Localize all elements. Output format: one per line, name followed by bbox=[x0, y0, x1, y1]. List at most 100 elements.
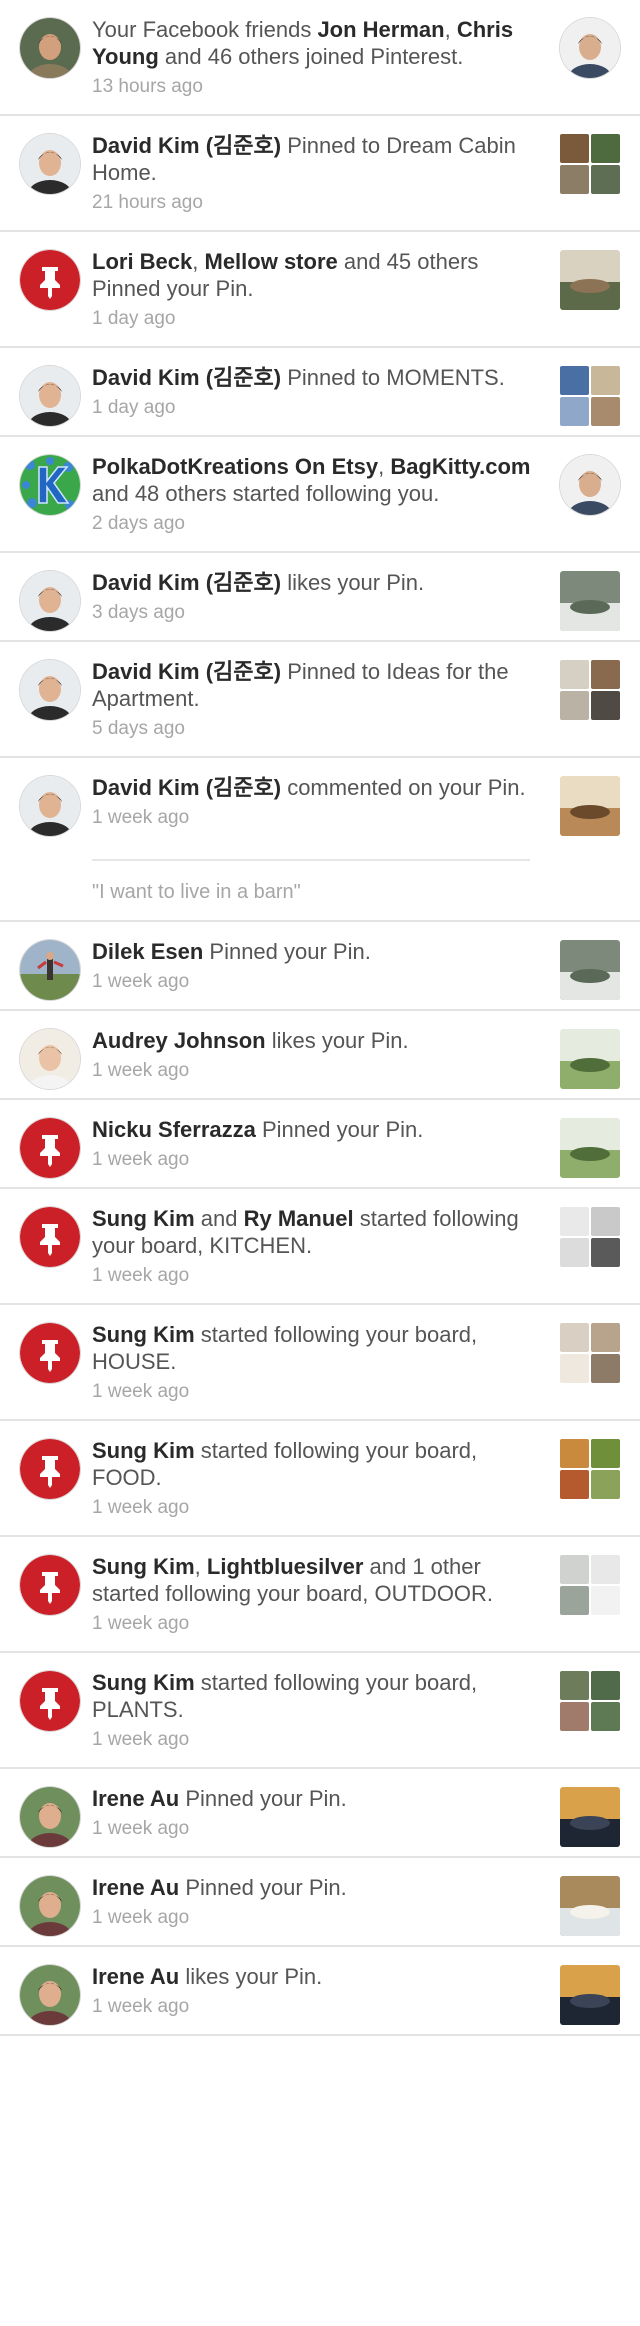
actor-name[interactable]: David Kim (김준호) bbox=[92, 659, 281, 684]
avatar-david-kim[interactable] bbox=[20, 571, 80, 631]
avatar-david-kim[interactable] bbox=[20, 660, 80, 720]
avatar-audrey[interactable] bbox=[20, 1029, 80, 1089]
timestamp: 1 week ago bbox=[92, 971, 190, 992]
avatar-pinterest-logo[interactable] bbox=[20, 1555, 80, 1615]
notification-text: Nicku Sferrazza Pinned your Pin. bbox=[92, 1116, 540, 1143]
notification-row[interactable]: Nicku Sferrazza Pinned your Pin. 1 week a… bbox=[0, 1100, 640, 1189]
actor-name[interactable]: Nicku Sferrazza bbox=[92, 1117, 256, 1142]
notification-action: Pinned your Pin. bbox=[203, 939, 371, 964]
name-separator: and bbox=[194, 1206, 244, 1231]
notification-row[interactable]: David Kim (김준호) commented on your Pin. 1 … bbox=[0, 758, 640, 922]
actor-name[interactable]: Irene Au bbox=[92, 1875, 179, 1900]
notification-row[interactable]: Sung Kim started following your board, H… bbox=[0, 1305, 640, 1421]
notification-row[interactable]: Audrey Johnson likes your Pin. 1 week ago bbox=[0, 1011, 640, 1100]
actor-name[interactable]: Irene Au bbox=[92, 1786, 179, 1811]
pin-thumbnail-planter[interactable] bbox=[560, 571, 620, 631]
actor-name[interactable]: Sung Kim bbox=[92, 1438, 195, 1463]
pin-thumbnail-profile-photo[interactable] bbox=[560, 18, 620, 78]
actor-name[interactable]: Sung Kim bbox=[92, 1206, 195, 1231]
pin-thumbnail-grid-house[interactable] bbox=[560, 1323, 620, 1383]
actor-name[interactable]: Sung Kim bbox=[92, 1554, 195, 1579]
pin-thumbnail-bright-room[interactable] bbox=[560, 1876, 620, 1936]
notification-row[interactable]: Your Facebook friends Jon Herman, Chris … bbox=[0, 0, 640, 116]
timestamp: 1 week ago bbox=[92, 1613, 190, 1634]
notification-row[interactable]: Sung Kim started following your board, F… bbox=[0, 1421, 640, 1537]
notification-row[interactable]: Dilek Esen Pinned your Pin. 1 week ago bbox=[0, 922, 640, 1011]
notification-row[interactable]: David Kim (김준호) Pinned to Dream Cabin Ho… bbox=[0, 116, 640, 232]
avatar-pinterest-logo[interactable] bbox=[20, 250, 80, 310]
pin-thumbnail-grid-plants[interactable] bbox=[560, 1671, 620, 1731]
notification-row[interactable]: Sung Kim, Lightbluesilver and 1 other st… bbox=[0, 1537, 640, 1653]
notification-row[interactable]: David Kim (김준호) Pinned to MOMENTS. 1 day … bbox=[0, 348, 640, 437]
notification-text: Sung Kim, Lightbluesilver and 1 other st… bbox=[92, 1553, 540, 1607]
pin-thumbnail-night-house[interactable] bbox=[560, 1965, 620, 2025]
pin-thumbnail-grid-moments[interactable] bbox=[560, 366, 620, 426]
timestamp: 13 hours ago bbox=[92, 76, 203, 97]
actor-name[interactable]: Lightbluesilver bbox=[207, 1554, 363, 1579]
actor-name[interactable]: Lori Beck bbox=[92, 249, 192, 274]
notification-row[interactable]: Irene Au likes your Pin. 1 week ago bbox=[0, 1947, 640, 2036]
notification-row[interactable]: Sung Kim and Ry Manuel started following… bbox=[0, 1189, 640, 1305]
avatar-pinterest-logo[interactable] bbox=[20, 1439, 80, 1499]
name-separator: , bbox=[194, 1554, 207, 1579]
avatar-irene[interactable] bbox=[20, 1965, 80, 2025]
notification-row[interactable]: Irene Au Pinned your Pin. 1 week ago bbox=[0, 1858, 640, 1947]
actor-name[interactable]: Mellow store bbox=[205, 249, 338, 274]
actor-name[interactable]: BagKitty.com bbox=[390, 454, 530, 479]
actor-name[interactable]: Irene Au bbox=[92, 1964, 179, 1989]
pin-thumbnail-window-plants[interactable] bbox=[560, 1029, 620, 1089]
avatar-polka-k-logo[interactable] bbox=[20, 455, 80, 515]
comment-text: "I want to live in a barn" bbox=[92, 881, 301, 903]
avatar-david-kim[interactable] bbox=[20, 776, 80, 836]
pin-thumbnail-night-house[interactable] bbox=[560, 1787, 620, 1847]
actor-name[interactable]: David Kim (김준호) bbox=[92, 365, 281, 390]
notification-row[interactable]: Irene Au Pinned your Pin. 1 week ago bbox=[0, 1769, 640, 1858]
notification-row[interactable]: Lori Beck, Mellow store and 45 others Pi… bbox=[0, 232, 640, 348]
notification-feed: Your Facebook friends Jon Herman, Chris … bbox=[0, 0, 640, 2036]
pin-thumbnail-grid-food[interactable] bbox=[560, 1439, 620, 1499]
actor-name[interactable]: PolkaDotKreations On Etsy bbox=[92, 454, 378, 479]
pin-thumbnail-window-plants[interactable] bbox=[560, 1118, 620, 1178]
avatar-pinterest-logo[interactable] bbox=[20, 1323, 80, 1383]
timestamp: 2 days ago bbox=[92, 513, 185, 534]
pin-thumbnail-planter[interactable] bbox=[560, 940, 620, 1000]
avatar-pinterest-logo[interactable] bbox=[20, 1118, 80, 1178]
actor-name[interactable]: Sung Kim bbox=[92, 1322, 195, 1347]
pin-thumbnail-grid-apartment[interactable] bbox=[560, 660, 620, 720]
pin-thumbnail-barn[interactable] bbox=[560, 776, 620, 836]
avatar-irene[interactable] bbox=[20, 1876, 80, 1936]
actor-name[interactable]: David Kim (김준호) bbox=[92, 133, 281, 158]
pin-thumbnail-profile-photo[interactable] bbox=[560, 455, 620, 515]
avatar-irene[interactable] bbox=[20, 1787, 80, 1847]
pin-thumbnail-patio[interactable] bbox=[560, 250, 620, 310]
avatar-man-with-cap[interactable] bbox=[20, 18, 80, 78]
name-separator: , bbox=[192, 249, 205, 274]
avatar-pinterest-logo[interactable] bbox=[20, 1207, 80, 1267]
pin-thumbnail-grid-kitchen[interactable] bbox=[560, 1207, 620, 1267]
timestamp: 1 week ago bbox=[92, 1060, 190, 1081]
actor-name[interactable]: Dilek Esen bbox=[92, 939, 203, 964]
timestamp: 1 week ago bbox=[92, 1907, 190, 1928]
actor-name[interactable]: Jon Herman bbox=[317, 17, 444, 42]
avatar-david-kim[interactable] bbox=[20, 134, 80, 194]
avatar-dilek[interactable] bbox=[20, 940, 80, 1000]
actor-name[interactable]: David Kim (김준호) bbox=[92, 775, 281, 800]
pin-thumbnail-grid-cabin[interactable] bbox=[560, 134, 620, 194]
timestamp: 1 week ago bbox=[92, 1996, 190, 2017]
notification-text: Irene Au Pinned your Pin. bbox=[92, 1785, 540, 1812]
avatar-pinterest-logo[interactable] bbox=[20, 1671, 80, 1731]
notification-text: Lori Beck, Mellow store and 45 others Pi… bbox=[92, 248, 540, 302]
avatar-david-kim[interactable] bbox=[20, 366, 80, 426]
pin-thumbnail-grid-outdoor[interactable] bbox=[560, 1555, 620, 1615]
actor-name[interactable]: Sung Kim bbox=[92, 1670, 195, 1695]
notification-row[interactable]: PolkaDotKreations On Etsy, BagKitty.com … bbox=[0, 437, 640, 553]
actor-name[interactable]: David Kim (김준호) bbox=[92, 570, 281, 595]
notification-row[interactable]: Sung Kim started following your board, P… bbox=[0, 1653, 640, 1769]
name-separator: , bbox=[378, 454, 391, 479]
notification-prefix: Your Facebook friends bbox=[92, 17, 318, 42]
actor-name[interactable]: Audrey Johnson bbox=[92, 1028, 266, 1053]
notification-text: David Kim (김준호) commented on your Pin. bbox=[92, 774, 540, 801]
notification-row[interactable]: David Kim (김준호) Pinned to Ideas for the … bbox=[0, 642, 640, 758]
notification-row[interactable]: David Kim (김준호) likes your Pin. 3 days ag… bbox=[0, 553, 640, 642]
actor-name[interactable]: Ry Manuel bbox=[244, 1206, 354, 1231]
